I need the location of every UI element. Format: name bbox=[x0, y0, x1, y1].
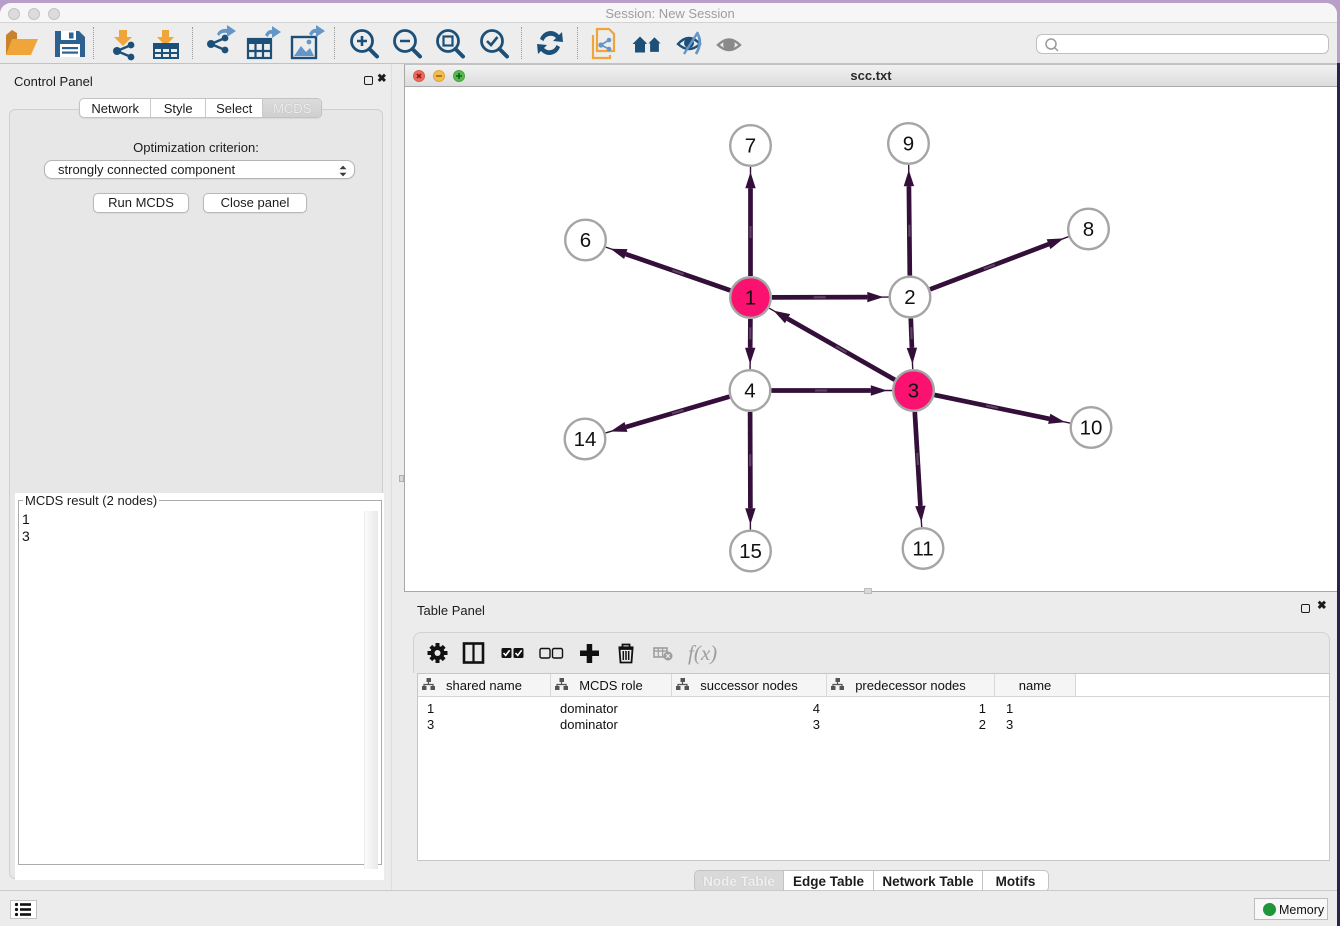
svg-text:6: 6 bbox=[580, 229, 591, 252]
svg-text:8: 8 bbox=[1083, 218, 1094, 241]
svg-text:7: 7 bbox=[745, 135, 756, 158]
svg-text:3: 3 bbox=[908, 380, 919, 403]
svg-text:10: 10 bbox=[1080, 417, 1103, 440]
svg-text:1: 1 bbox=[745, 287, 756, 310]
svg-text:f(x): f(x) bbox=[688, 641, 717, 665]
svg-text:9: 9 bbox=[903, 133, 914, 156]
svg-text:4: 4 bbox=[744, 380, 755, 403]
svg-text:11: 11 bbox=[912, 538, 933, 561]
svg-text:15: 15 bbox=[739, 540, 762, 563]
svg-text:14: 14 bbox=[574, 428, 597, 451]
svg-text:2: 2 bbox=[904, 286, 915, 309]
